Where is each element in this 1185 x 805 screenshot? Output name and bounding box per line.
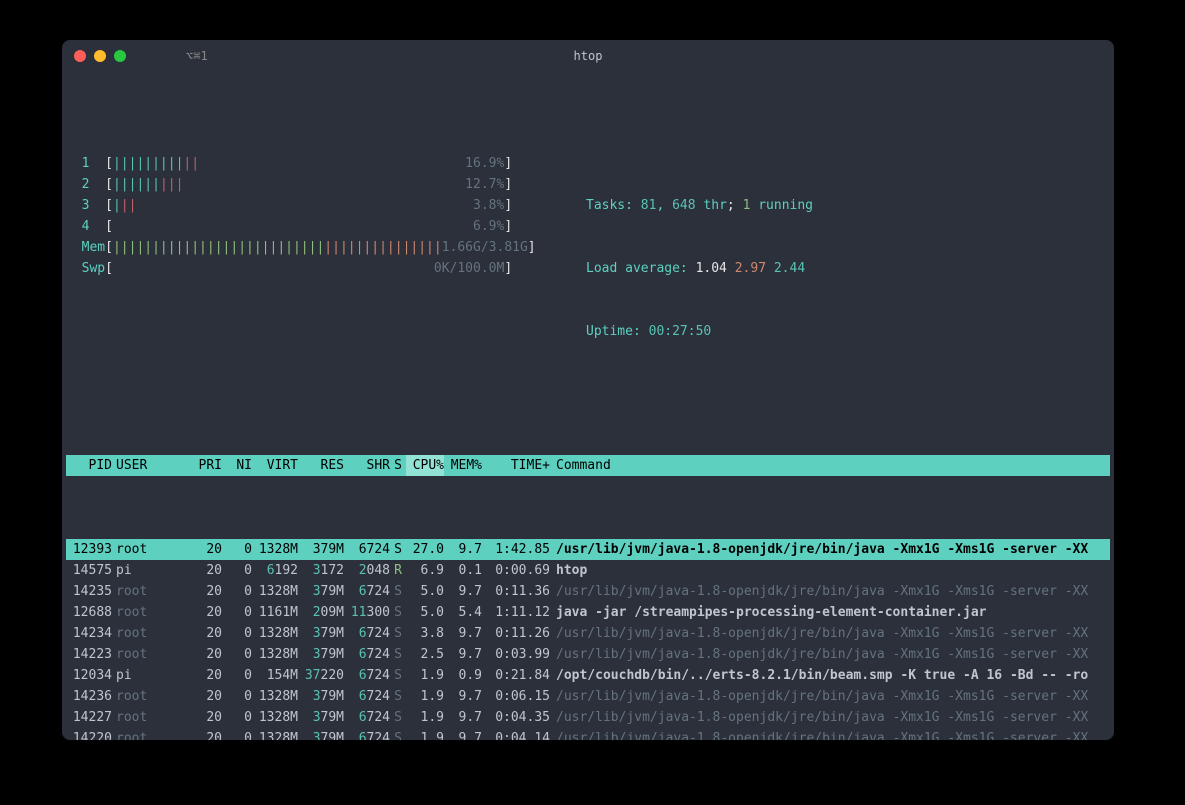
hdr-state[interactable]: S: [390, 455, 406, 476]
uptime-row: Uptime: 00:27:50: [586, 321, 813, 342]
swap-meter: Swp[ 0K/100.0M]: [66, 258, 566, 279]
process-header[interactable]: PID USER PRI NI VIRT RES SHR S CPU% MEM%…: [66, 455, 1110, 476]
titlebar[interactable]: ⌥⌘1 htop: [62, 40, 1114, 72]
terminal-window: ⌥⌘1 htop 1 [||||||||||| 16.9%] 2 [||||||…: [62, 40, 1114, 740]
process-row[interactable]: 14227root2001328M379M6724S1.99.70:04.35/…: [66, 707, 1110, 728]
hdr-command[interactable]: Command: [550, 455, 1110, 476]
cpu-mem-meters: 1 [||||||||||| 16.9%] 2 [||||||||| 12.7%…: [66, 153, 566, 384]
hdr-ni[interactable]: NI: [222, 455, 252, 476]
hdr-virt[interactable]: VIRT: [252, 455, 298, 476]
process-row[interactable]: 14234root2001328M379M6724S3.89.70:11.26/…: [66, 623, 1110, 644]
memory-meter: Mem[||||||||||||||||||||||||||||||||||||…: [66, 237, 566, 258]
htop-upper: 1 [||||||||||| 16.9%] 2 [||||||||| 12.7%…: [66, 139, 1110, 392]
hdr-time[interactable]: TIME+: [482, 455, 550, 476]
hdr-shr[interactable]: SHR: [344, 455, 390, 476]
hdr-pri[interactable]: PRI: [192, 455, 222, 476]
process-row[interactable]: 12688root2001161M209M11300S5.05.41:11.12…: [66, 602, 1110, 623]
hdr-res[interactable]: RES: [298, 455, 344, 476]
hdr-pid[interactable]: PID: [66, 455, 112, 476]
cpu-meter-3: 3 [||| 3.8%]: [66, 195, 566, 216]
process-row[interactable]: 14575pi200619231722048R6.90.10:00.69htop: [66, 560, 1110, 581]
task-stats: Tasks: 81, 648 thr; 1 running Load avera…: [586, 153, 813, 384]
hdr-user[interactable]: USER: [112, 455, 192, 476]
loadavg-row: Load average: 1.04 2.97 2.44: [586, 258, 813, 279]
process-row[interactable]: 14220root2001328M379M6724S1.99.70:04.14/…: [66, 728, 1110, 740]
process-list[interactable]: 12393root2001328M379M6724S27.09.71:42.85…: [66, 539, 1110, 740]
process-row[interactable]: 14235root2001328M379M6724S5.09.70:11.36/…: [66, 581, 1110, 602]
cpu-meter-2: 2 [||||||||| 12.7%]: [66, 174, 566, 195]
process-row[interactable]: 14223root2001328M379M6724S2.59.70:03.99/…: [66, 644, 1110, 665]
cpu-meter-1: 1 [||||||||||| 16.9%]: [66, 153, 566, 174]
terminal-content[interactable]: 1 [||||||||||| 16.9%] 2 [||||||||| 12.7%…: [62, 72, 1114, 740]
hdr-mem[interactable]: MEM%: [444, 455, 482, 476]
process-row[interactable]: 12034pi200154M372206724S1.90.90:21.84/op…: [66, 665, 1110, 686]
process-row[interactable]: 12393root2001328M379M6724S27.09.71:42.85…: [66, 539, 1110, 560]
cpu-meter-4: 4 [ 6.9%]: [66, 216, 566, 237]
hdr-cpu[interactable]: CPU%: [406, 455, 444, 476]
process-row[interactable]: 14236root2001328M379M6724S1.99.70:06.15/…: [66, 686, 1110, 707]
window-title: htop: [62, 46, 1114, 67]
tasks-row: Tasks: 81, 648 thr; 1 running: [586, 195, 813, 216]
